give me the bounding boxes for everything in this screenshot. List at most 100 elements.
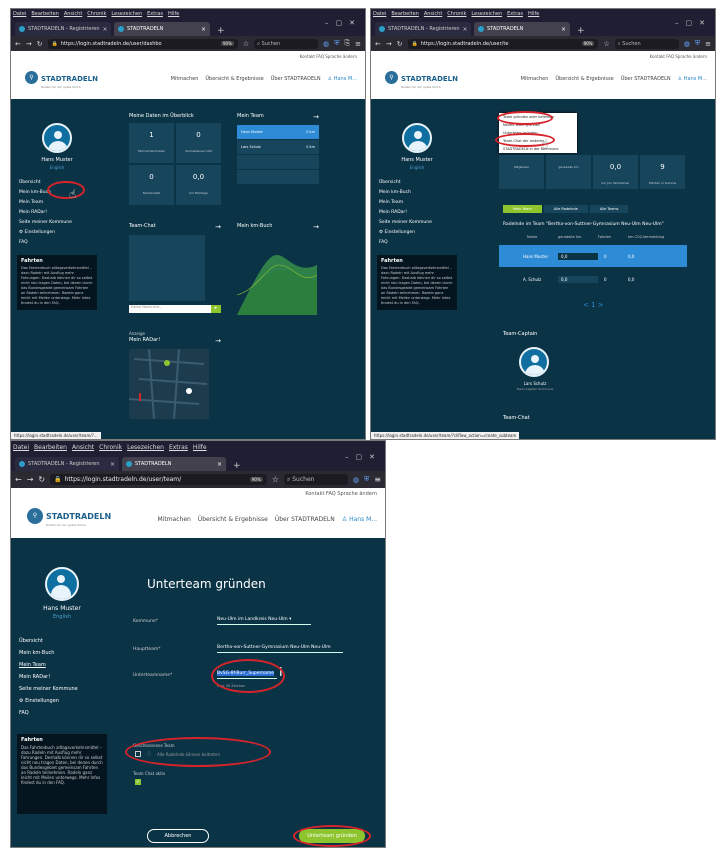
sidebar-item-kommune[interactable]: Seite meiner Kommune <box>379 220 457 225</box>
tab-registrieren[interactable]: STADTRADELN - Registrieren × <box>15 457 119 471</box>
window-controls-icon[interactable]: –▢✕ <box>325 19 362 27</box>
top-links[interactable]: Kontakt FAQ Sprache ändern <box>300 54 357 59</box>
close-icon[interactable]: × <box>201 26 206 33</box>
shield-icon[interactable]: ⛨ <box>364 475 369 484</box>
nav-mitmachen[interactable]: Mitmachen <box>171 76 199 82</box>
stadtradeln-logo[interactable]: ⚲ STADTRADELN Radeln für ein gutes Klima <box>25 66 98 89</box>
arrow-right-icon[interactable]: → <box>215 223 221 231</box>
hamburger-menu-icon[interactable]: ≡ <box>374 475 381 484</box>
menu-datei[interactable]: Datei <box>373 11 386 17</box>
tab-registrieren[interactable]: STADTRADELN - Registrieren × <box>375 22 471 36</box>
sidebar-item-kommune[interactable]: Seite meiner Kommune <box>19 686 107 692</box>
sidebar-item-faq[interactable]: FAQ <box>379 240 457 245</box>
search-input[interactable]: ⌕ Suchen <box>283 474 348 485</box>
forward-icon[interactable]: → <box>27 475 34 484</box>
zoom-badge[interactable]: 90% <box>581 41 595 46</box>
menu-extras[interactable]: Extras <box>507 11 523 17</box>
zoom-badge[interactable]: 90% <box>249 477 263 482</box>
menu-lesezeichen[interactable]: Lesezeichen <box>471 11 502 17</box>
close-icon[interactable]: × <box>217 461 222 468</box>
menu-chronik[interactable]: Chronik <box>99 444 122 451</box>
forward-icon[interactable]: → <box>26 40 32 48</box>
close-icon[interactable]: × <box>103 26 108 33</box>
url-bar[interactable]: 🔒 https://login.stadtradeln.de/user/team/… <box>50 474 267 485</box>
menu-bearbeiten[interactable]: Bearbeiten <box>31 11 58 17</box>
nav-user[interactable]: ♙ Hans M... <box>328 76 357 82</box>
menu-ansicht[interactable]: Ansicht <box>64 11 82 17</box>
bookmark-star-icon[interactable]: ☆ <box>603 40 609 48</box>
sidebar-item-einstellungen[interactable]: ⚙ Einstellungen <box>19 698 107 704</box>
nav-user[interactable]: ♙ Hans M... <box>342 516 377 523</box>
bookmark-star-icon[interactable]: ☆ <box>272 475 279 484</box>
menu-datei[interactable]: Datei <box>13 11 26 17</box>
sidebar-item-kmbuch[interactable]: Mein km-Buch <box>19 650 107 656</box>
back-icon[interactable]: ← <box>375 40 381 48</box>
tab-mein-team[interactable]: Mein Team <box>503 205 542 213</box>
pagination[interactable]: < 1 > <box>583 301 604 309</box>
menu-chronik[interactable]: Chronik <box>447 11 466 17</box>
tab-stadtradeln[interactable]: STADTRADELN × <box>114 22 210 36</box>
sidebar-item-kommune[interactable]: Seite meiner Kommune <box>19 220 97 225</box>
sidebar-item-einstellungen[interactable]: ⚙ Einstellungen <box>379 230 457 235</box>
radar-map[interactable] <box>128 348 209 420</box>
menu-bearbeiten[interactable]: Bearbeiten <box>34 444 67 451</box>
nav-mitmachen[interactable]: Mitmachen <box>158 516 191 523</box>
sidebar-item-uebersicht[interactable]: Übersicht <box>19 638 107 644</box>
bookmark-star-icon[interactable]: ☆ <box>243 40 249 48</box>
menu-extras[interactable]: Extras <box>147 11 163 17</box>
cancel-button[interactable]: Abbrechen <box>147 829 209 843</box>
top-links[interactable]: Kontakt FAQ Sprache ändern <box>650 54 707 59</box>
tab-alle-teams[interactable]: Alle Teams <box>589 205 629 213</box>
close-icon[interactable]: × <box>463 26 468 33</box>
pocket-icon[interactable]: ◍ <box>684 40 690 48</box>
back-icon[interactable]: ← <box>15 475 22 484</box>
table-row[interactable]: Hans Muster 0 km <box>237 125 319 139</box>
shield-icon[interactable]: ⛨ <box>695 39 700 48</box>
tab-stadtradeln[interactable]: STADTRADELN × <box>122 457 226 471</box>
table-row[interactable]: A. Schulz 0,0 0 0,0 <box>499 271 687 287</box>
search-input[interactable]: ⌕ Suchen <box>614 38 679 49</box>
nav-uebersicht[interactable]: Übersicht & Ergebnisse <box>205 76 263 82</box>
tab-alle-radelnde[interactable]: Alle Radelnde <box>543 205 588 213</box>
kommune-select[interactable]: Neu-Ulm im Landkreis Neu-Ulm ▾ <box>217 617 311 625</box>
language-link[interactable]: English <box>17 614 107 620</box>
sidebar-item-einstellungen[interactable]: ⚙ Einstellungen <box>19 230 97 235</box>
new-tab-icon[interactable]: + <box>213 26 229 36</box>
language-link[interactable]: English <box>17 165 97 170</box>
back-icon[interactable]: ← <box>15 40 21 48</box>
sidebar-item-faq[interactable]: FAQ <box>19 240 97 245</box>
table-row[interactable]: Lars Schulz 0 km <box>237 140 319 154</box>
sidebar-item-radar[interactable]: Mein RADar! <box>19 210 97 215</box>
sidebar-item-team[interactable]: Mein Team <box>19 662 107 668</box>
window-controls-icon[interactable]: –▢✕ <box>345 453 382 461</box>
send-button[interactable]: ▸ <box>211 305 221 313</box>
nav-ueber[interactable]: Über STADTRADELN <box>271 76 321 82</box>
menu-ansicht[interactable]: Ansicht <box>424 11 442 17</box>
menu-hilfe[interactable]: Hilfe <box>528 11 539 17</box>
top-links[interactable]: Kontakt FAQ Sprache ändern <box>305 491 377 497</box>
reload-icon[interactable]: ↻ <box>397 40 403 48</box>
nav-ueber[interactable]: Über STADTRADELN <box>621 76 671 82</box>
chat-input[interactable]: Deine Nachricht... <box>129 305 211 313</box>
arrow-right-icon[interactable]: → <box>313 113 319 121</box>
menu-hilfe[interactable]: Hilfe <box>168 11 179 17</box>
sidebar-item-team[interactable]: Mein Team <box>379 200 457 205</box>
table-row[interactable]: Hans Muster 0,0 0 0,0 <box>499 245 687 267</box>
menu-lesezeichen[interactable]: Lesezeichen <box>111 11 142 17</box>
close-icon[interactable]: × <box>110 461 115 468</box>
close-icon[interactable]: × <box>561 26 566 33</box>
url-bar[interactable]: 🔒 https://login.stadtradeln.de/user/dashb… <box>47 38 238 49</box>
sidebar-item-team[interactable]: Mein Team <box>19 200 97 205</box>
sidebar-item-radar[interactable]: Mein RADar! <box>19 674 107 680</box>
shield-icon[interactable]: ⛨ <box>334 39 339 48</box>
nav-uebersicht[interactable]: Übersicht & Ergebnisse <box>198 516 268 523</box>
stadtradeln-logo[interactable]: ⚲ STADTRADELN Radeln für ein gutes Klima <box>385 66 458 89</box>
nav-mitmachen[interactable]: Mitmachen <box>521 76 549 82</box>
extensions-icon[interactable]: ⎘ <box>345 39 351 48</box>
menu-extras[interactable]: Extras <box>169 444 188 451</box>
hamburger-menu-icon[interactable]: ≡ <box>705 40 711 48</box>
stadtradeln-logo[interactable]: ⚲ STADTRADELN Radeln für ein gutes Klima <box>27 504 111 527</box>
menu-lesezeichen[interactable]: Lesezeichen <box>127 444 164 451</box>
nav-user[interactable]: ♙ Hans M... <box>678 76 707 82</box>
reload-icon[interactable]: ↻ <box>38 475 45 484</box>
